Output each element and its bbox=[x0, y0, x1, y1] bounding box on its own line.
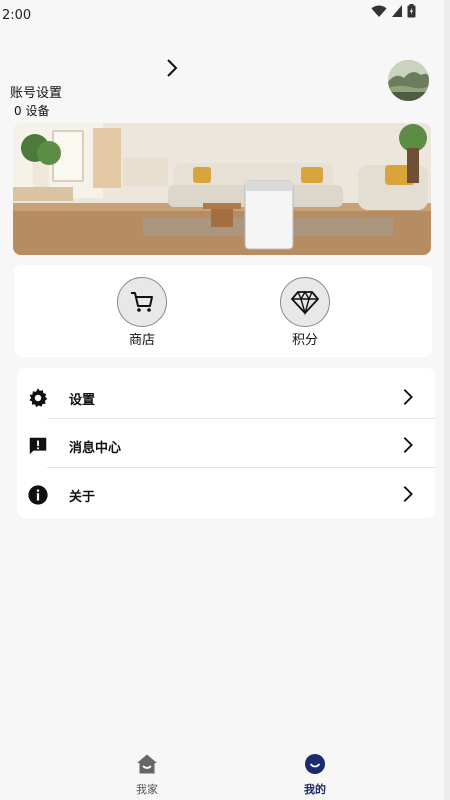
menu-item-settings[interactable]: 设置 bbox=[17, 374, 435, 422]
status-bar: 2:00 bbox=[0, 0, 444, 30]
signal-icon bbox=[392, 5, 402, 17]
points-button[interactable]: 积分 bbox=[275, 277, 335, 348]
status-time: 2:00 bbox=[2, 8, 32, 23]
gear-icon bbox=[29, 388, 48, 408]
message-alert-icon bbox=[29, 437, 47, 455]
chevron-right-icon bbox=[403, 486, 413, 502]
nav-tab-profile[interactable]: 我的 bbox=[285, 753, 345, 797]
menu-divider bbox=[47, 418, 435, 419]
home-icon bbox=[137, 754, 157, 774]
chevron-right-icon bbox=[403, 437, 413, 453]
about-label: 关于 bbox=[69, 490, 96, 505]
status-icons bbox=[371, 4, 416, 18]
nav-tab-home[interactable]: 我家 bbox=[117, 753, 177, 797]
messages-label: 消息中心 bbox=[69, 441, 122, 456]
device-count: 0 设备 bbox=[14, 104, 50, 118]
profile-screen: 2:00 账号设置 0 设备 商店 积分 设置 消息中心 关于 我家 我的 bbox=[0, 0, 444, 800]
nav-home-label: 我家 bbox=[136, 783, 158, 796]
account-title[interactable]: 账号设置 bbox=[10, 82, 62, 101]
quick-actions-card: 商店 积分 bbox=[14, 265, 432, 357]
home-banner-image bbox=[13, 123, 431, 255]
points-label: 积分 bbox=[291, 333, 318, 348]
settings-label: 设置 bbox=[69, 393, 96, 408]
nav-profile-label: 我的 bbox=[304, 783, 326, 796]
account-settings[interactable]: 账号设置 0 设备 bbox=[10, 82, 62, 119]
cart-icon bbox=[131, 292, 153, 312]
menu-divider bbox=[47, 467, 435, 468]
avatar-landscape-image bbox=[388, 60, 429, 101]
diamond-icon bbox=[291, 290, 319, 316]
info-icon bbox=[28, 485, 48, 505]
battery-icon bbox=[407, 4, 416, 18]
avatar[interactable] bbox=[388, 60, 429, 101]
bottom-navigation: 我家 我的 bbox=[0, 745, 444, 800]
chevron-right-icon bbox=[403, 389, 413, 405]
shop-label: 商店 bbox=[128, 333, 155, 348]
shop-button[interactable]: 商店 bbox=[112, 277, 172, 348]
chevron-right-icon[interactable] bbox=[160, 56, 184, 80]
wifi-icon bbox=[371, 5, 387, 17]
profile-icon bbox=[305, 754, 325, 774]
menu-item-about[interactable]: 关于 bbox=[17, 471, 435, 519]
menu-card: 设置 消息中心 关于 bbox=[17, 368, 435, 518]
menu-item-messages[interactable]: 消息中心 bbox=[17, 422, 435, 470]
